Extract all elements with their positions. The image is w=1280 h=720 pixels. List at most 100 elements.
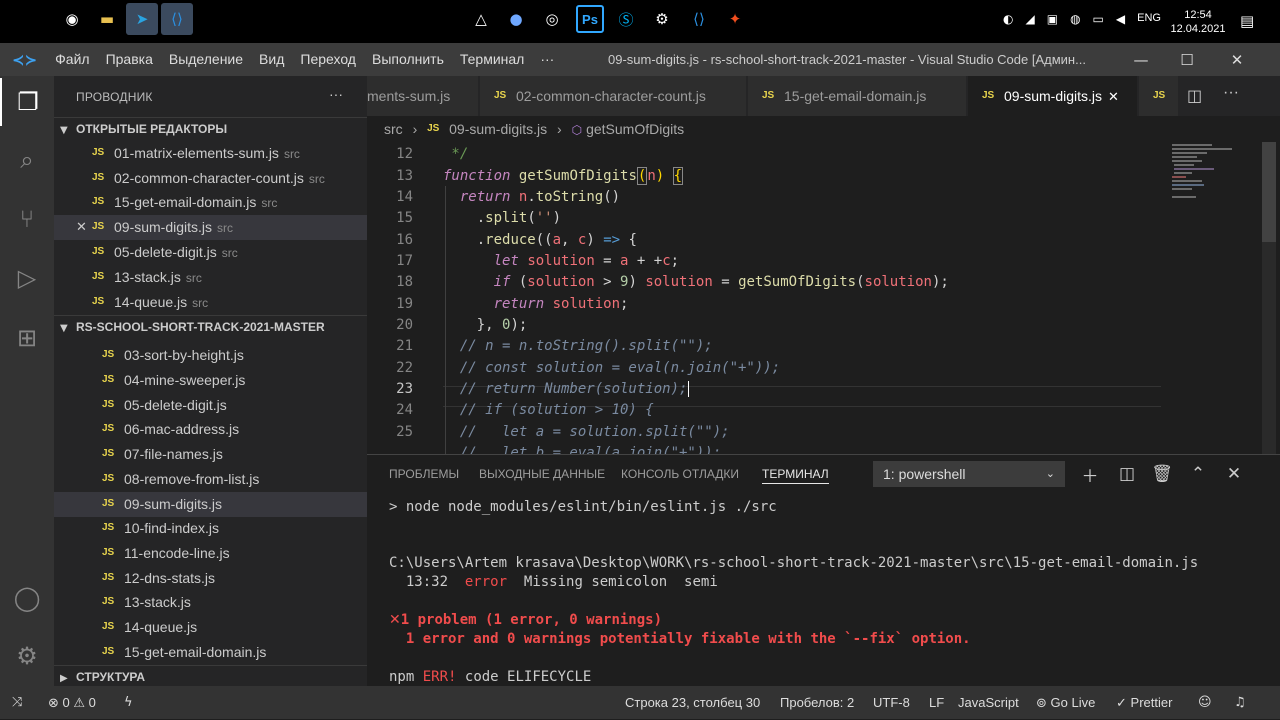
tray-app-icon[interactable]: ▣	[1047, 12, 1058, 26]
search-icon[interactable]: ⌕	[0, 136, 54, 184]
chrome-icon[interactable]: ◉	[56, 3, 88, 35]
vscode-taskbar-icon[interactable]: ⟨⟩	[161, 3, 193, 35]
volume-icon[interactable]: ◀	[1116, 12, 1125, 26]
outline-section[interactable]: ▶ СТРУКТУРА	[54, 665, 367, 687]
tray-app-icon-2[interactable]: ◍	[1070, 12, 1080, 26]
file-item[interactable]: JS 05-delete-digit.js	[54, 393, 367, 418]
figma-icon[interactable]: ✦	[719, 3, 751, 35]
file-item[interactable]: JS 08-remove-from-list.js	[54, 467, 367, 492]
problems-indicator[interactable]: ⊗ 0 ⚠ 0	[48, 686, 96, 720]
terminal-file-path[interactable]: C:\Users\Artem krasava\Desktop\WORK\rs-s…	[389, 555, 1198, 571]
language-mode[interactable]: JavaScript	[958, 686, 1019, 719]
open-editor-item[interactable]: JS 02-common-character-count.js src	[54, 166, 367, 191]
prettier-button[interactable]: ✓ Prettier	[1116, 686, 1172, 720]
file-item[interactable]: JS 07-file-names.js	[54, 442, 367, 467]
menu-edit[interactable]: Правка	[98, 43, 161, 76]
file-item[interactable]: JS 06-mac-address.js	[54, 417, 367, 442]
indentation[interactable]: Пробелов: 2	[780, 686, 854, 719]
remote-icon[interactable]: ⤨	[12, 686, 22, 719]
obs-icon[interactable]: ◎	[536, 3, 568, 35]
file-item[interactable]: JS 04-mine-sweeper.js	[54, 368, 367, 393]
close-window-button[interactable]: ✕	[1214, 43, 1260, 76]
file-item[interactable]: JS 14-queue.js	[54, 615, 367, 640]
open-editor-item[interactable]: JS 13-stack.js src	[54, 265, 367, 290]
tab-problems[interactable]: ПРОБЛЕМЫ	[389, 465, 459, 483]
breadcrumb-folder[interactable]: src	[384, 121, 403, 137]
end-of-line[interactable]: LF	[929, 686, 944, 719]
tab-sum-digits[interactable]: JS 09-sum-digits.js ✕	[968, 76, 1138, 116]
menu-run[interactable]: Выполнить	[364, 43, 452, 76]
explorer-more-button[interactable]: ···	[329, 86, 343, 102]
run-debug-icon[interactable]: ▷	[0, 254, 54, 302]
open-editor-item[interactable]: JS 05-delete-digit.js src	[54, 240, 367, 265]
minimize-button[interactable]: —	[1118, 43, 1164, 76]
tab-common-character-count[interactable]: JS 02-common-character-count.js	[480, 76, 747, 116]
feedback-icon[interactable]: ☺	[1198, 686, 1212, 719]
menu-selection[interactable]: Выделение	[161, 43, 251, 76]
bell-icon[interactable]: ♫	[1234, 686, 1246, 719]
new-terminal-icon[interactable]: ＋	[1077, 461, 1103, 487]
menu-go[interactable]: Переход	[292, 43, 364, 76]
menu-view[interactable]: Вид	[251, 43, 292, 76]
battery-icon[interactable]: ▭	[1093, 12, 1104, 26]
vscode-pinned-icon[interactable]: ⟨⟩	[683, 3, 715, 35]
maximize-panel-icon[interactable]: ⌃	[1185, 461, 1211, 487]
skype-icon[interactable]: Ⓢ	[610, 3, 642, 35]
cursor-position[interactable]: Строка 23, столбец 30	[625, 686, 760, 719]
menu-more[interactable]: ···	[532, 43, 562, 76]
maximize-button[interactable]: ☐	[1164, 43, 1210, 76]
open-editor-item[interactable]: JS 01-matrix-elements-sum.js src	[54, 141, 367, 166]
file-item[interactable]: JS 10-find-index.js	[54, 516, 367, 541]
minimap[interactable]	[1168, 142, 1264, 454]
tab-output[interactable]: ВЫХОДНЫЕ ДАННЫЕ	[479, 465, 605, 483]
more-actions-button[interactable]: ···	[1223, 84, 1239, 102]
code-editor[interactable]: 12 13 14 15 16 17 18 19 20 21 22 23 24 2…	[367, 142, 1280, 454]
open-editor-item[interactable]: JS 15-get-email-domain.js src	[54, 190, 367, 215]
split-terminal-icon[interactable]: ◫	[1114, 461, 1140, 487]
menu-file[interactable]: Файл	[47, 43, 97, 76]
file-item[interactable]: JS 13-stack.js	[54, 590, 367, 615]
close-tab-icon[interactable]: ✕	[1108, 90, 1119, 105]
breadcrumb-file[interactable]: 09-sum-digits.js	[449, 121, 547, 137]
input-language[interactable]: ENG	[1137, 12, 1161, 26]
photoshop-icon[interactable]: Ps	[576, 5, 604, 33]
assassins-creed-icon[interactable]: △	[465, 3, 497, 35]
open-editors-section[interactable]: ▼ ОТКРЫТЫЕ РЕДАКТОРЫ	[54, 117, 367, 139]
encoding[interactable]: UTF-8	[873, 686, 910, 719]
lightning-icon[interactable]: ϟ	[124, 686, 133, 719]
notifications-icon[interactable]: ▤	[1240, 12, 1254, 30]
cinema4d-icon[interactable]: ●	[500, 3, 532, 35]
open-editor-item[interactable]: JS 14-queue.js src	[54, 290, 367, 315]
split-editor-icon[interactable]: ◫	[1187, 86, 1202, 105]
project-section[interactable]: ▼ RS-SCHOOL-SHORT-TRACK-2021-MASTER	[54, 315, 367, 337]
tab-overflow[interactable]: JS	[1139, 76, 1179, 116]
account-icon[interactable]: ◯	[0, 574, 54, 622]
file-item[interactable]: JS 12-dns-stats.js	[54, 566, 367, 591]
file-item[interactable]: JS 15-get-email-domain.js	[54, 640, 367, 665]
file-item[interactable]: JS 11-encode-line.js	[54, 541, 367, 566]
breadcrumb-symbol[interactable]: getSumOfDigits	[586, 121, 684, 137]
source-control-icon[interactable]: ⑂	[0, 195, 54, 243]
go-live-button[interactable]: ⊚ Go Live	[1036, 686, 1095, 720]
close-panel-icon[interactable]: ✕	[1221, 461, 1247, 487]
extensions-icon[interactable]: ⊞	[0, 314, 54, 362]
file-item-active[interactable]: JS 09-sum-digits.js	[54, 492, 367, 517]
terminal-select[interactable]: 1: powershell ⌄	[873, 461, 1065, 487]
network-icon[interactable]: ◢	[1025, 12, 1034, 26]
telegram-icon[interactable]: ➤	[126, 3, 158, 35]
open-editor-item-active[interactable]: ✕ JS 09-sum-digits.js src	[54, 215, 367, 240]
tab-debug-console[interactable]: КОНСОЛЬ ОТЛАДКИ	[621, 465, 739, 483]
close-editor-icon[interactable]: ✕	[76, 215, 87, 240]
steam-icon[interactable]: ⚙	[646, 3, 678, 35]
file-explorer-icon[interactable]: ▬	[91, 3, 123, 35]
trash-icon[interactable]: 🗑	[1149, 461, 1175, 487]
clock[interactable]: 12:54 12.04.2021	[1168, 8, 1228, 36]
settings-gear-icon[interactable]: ⚙	[0, 632, 54, 680]
tab-matrix-elements-sum[interactable]: ments-sum.js	[367, 76, 479, 116]
weather-icon[interactable]: ◐	[1003, 12, 1013, 26]
file-item[interactable]: JS 03-sort-by-height.js	[54, 343, 367, 368]
menu-terminal[interactable]: Терминал	[452, 43, 532, 76]
tab-terminal[interactable]: ТЕРМИНАЛ	[762, 465, 829, 484]
explorer-icon[interactable]: ❐	[0, 78, 54, 126]
editor-scrollbar[interactable]	[1262, 142, 1276, 454]
